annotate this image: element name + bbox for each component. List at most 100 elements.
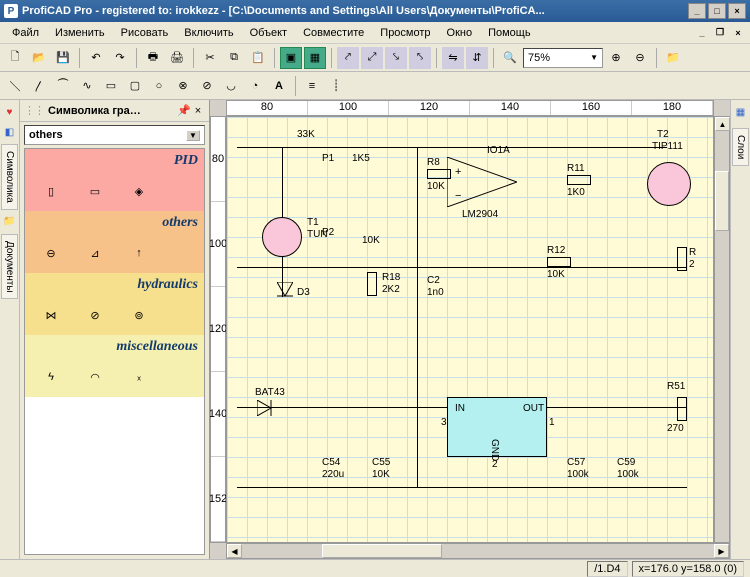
scrollbar-horizontal[interactable]: ◀ ▶ xyxy=(226,543,730,559)
symbol-icon[interactable]: ⊿ xyxy=(81,241,109,265)
symbol-icon[interactable]: ⊖ xyxy=(37,241,65,265)
pie-icon[interactable]: ◔ xyxy=(244,75,266,97)
image-icon[interactable]: ▣ xyxy=(280,47,302,69)
panel-close-icon[interactable]: × xyxy=(191,105,205,117)
zoom-icon[interactable]: 🔍 xyxy=(499,47,521,69)
zoom-in-icon[interactable]: ⊕ xyxy=(605,47,627,69)
text-icon[interactable]: A xyxy=(268,75,290,97)
category-label: others xyxy=(31,215,198,231)
symbol-icon[interactable]: ⊘ xyxy=(81,303,109,327)
linewidth-icon[interactable]: ≡ xyxy=(301,75,323,97)
symbol-icon[interactable]: ▭ xyxy=(81,179,109,203)
category-list[interactable]: PID ▯ ▭ ◈ others ⊖ ⊿ ↑ hydraulics ⋈ xyxy=(24,148,205,555)
zoom-combo[interactable]: 75% ▼ xyxy=(523,48,603,68)
tab-layers[interactable]: Слои xyxy=(732,128,749,166)
symbol-icon[interactable]: ϟ xyxy=(37,365,65,389)
align-left-icon[interactable]: ⤤ xyxy=(337,47,359,69)
component-transistor[interactable] xyxy=(647,162,691,206)
paste-icon[interactable]: 📋 xyxy=(247,47,269,69)
save-icon[interactable]: 💾 xyxy=(52,47,74,69)
scroll-left-icon[interactable]: ◀ xyxy=(227,544,242,558)
flip-h-icon[interactable]: ⇋ xyxy=(442,47,464,69)
symbol-icon[interactable]: ⊚ xyxy=(125,303,153,327)
scroll-up-icon[interactable]: ▲ xyxy=(715,117,730,131)
ellipse-icon[interactable]: ○ xyxy=(148,75,170,97)
copy-icon[interactable]: ⧉ xyxy=(223,47,245,69)
pin-icon[interactable]: 📌 xyxy=(177,104,191,117)
component-resistor[interactable] xyxy=(677,397,687,421)
symbol-icon[interactable]: ↑ xyxy=(125,241,153,265)
rect-icon[interactable]: ▭ xyxy=(100,75,122,97)
component-resistor[interactable] xyxy=(677,247,687,271)
crosshair-icon[interactable]: ⊗ xyxy=(172,75,194,97)
arc-icon[interactable]: ◡ xyxy=(220,75,242,97)
symbol-icon[interactable]: ⋈ xyxy=(37,303,65,327)
print-preview-icon[interactable]: 🖨 xyxy=(166,47,188,69)
category-combo[interactable]: others ▼ xyxy=(24,125,205,145)
menu-object[interactable]: Объект xyxy=(242,25,295,41)
shapes-icon[interactable]: ◧ xyxy=(2,124,18,140)
noentry-icon[interactable]: ⊘ xyxy=(196,75,218,97)
folder-tab-icon[interactable]: 📁 xyxy=(2,214,18,230)
component-resistor[interactable] xyxy=(427,169,451,179)
component-diode[interactable] xyxy=(257,400,281,416)
component-resistor[interactable] xyxy=(547,257,571,267)
tab-symbols[interactable]: Символика xyxy=(1,144,18,210)
drawing-canvas[interactable]: T1 TUN T2 TIP111 +− IO1A LM2904 IN OUT G… xyxy=(226,116,714,543)
close-button[interactable]: × xyxy=(728,3,746,19)
align-right-icon[interactable]: ⤥ xyxy=(385,47,407,69)
component-resistor[interactable] xyxy=(567,175,591,185)
zoom-out-icon[interactable]: ⊖ xyxy=(629,47,651,69)
menu-window[interactable]: Окно xyxy=(439,25,481,41)
component-transistor[interactable] xyxy=(262,217,302,257)
heart-icon[interactable]: ♥ xyxy=(2,104,18,120)
new-icon[interactable]: 🗋 xyxy=(4,47,26,69)
symbol-icon[interactable]: ▯ xyxy=(37,179,65,203)
polyline-icon[interactable]: 〳 xyxy=(28,75,50,97)
align-top-icon[interactable]: ⤣ xyxy=(409,47,431,69)
cut-icon[interactable]: ✂ xyxy=(199,47,221,69)
component-label: 1K0 xyxy=(567,187,585,198)
maximize-button[interactable]: □ xyxy=(708,3,726,19)
bezier-icon[interactable]: ∿ xyxy=(76,75,98,97)
align-center-icon[interactable]: ⤢ xyxy=(361,47,383,69)
category-hydraulics[interactable]: hydraulics ⋈ ⊘ ⊚ xyxy=(25,273,204,335)
mdi-minimize[interactable]: _ xyxy=(694,26,710,40)
print-icon[interactable]: 🖶 xyxy=(142,47,164,69)
category-miscellaneous[interactable]: miscellaneous ϟ ◠ ₓ xyxy=(25,335,204,397)
symbol-icon[interactable]: ◈ xyxy=(125,179,153,203)
curve-icon[interactable]: ⏜ xyxy=(52,75,74,97)
mdi-close[interactable]: × xyxy=(730,26,746,40)
roundrect-icon[interactable]: ▢ xyxy=(124,75,146,97)
component-opamp[interactable]: +− xyxy=(447,157,517,207)
open-icon[interactable]: 📂 xyxy=(28,47,50,69)
image2-icon[interactable]: ▦ xyxy=(304,47,326,69)
menu-edit[interactable]: Изменить xyxy=(47,25,113,41)
mdi-restore[interactable]: ❐ xyxy=(712,26,728,40)
canvas-area: 80 100 120 140 160 180 80 100 120 140 15… xyxy=(210,100,730,559)
undo-icon[interactable]: ↶ xyxy=(85,47,107,69)
minimize-button[interactable]: _ xyxy=(688,3,706,19)
linestyle-icon[interactable]: ┊ xyxy=(325,75,347,97)
tab-documents[interactable]: Документы xyxy=(1,234,18,300)
ic-pin-num: 3 xyxy=(441,417,447,428)
redo-icon[interactable]: ↷ xyxy=(109,47,131,69)
menu-include[interactable]: Включить xyxy=(176,25,241,41)
flip-v-icon[interactable]: ⇵ xyxy=(466,47,488,69)
folder-icon[interactable]: 📁 xyxy=(662,47,684,69)
component-resistor[interactable] xyxy=(367,272,377,296)
menu-help[interactable]: Помощь xyxy=(480,25,539,41)
category-others[interactable]: others ⊖ ⊿ ↑ xyxy=(25,211,204,273)
scroll-right-icon[interactable]: ▶ xyxy=(714,544,729,558)
layers-icon[interactable]: ▦ xyxy=(733,104,749,120)
menu-draw[interactable]: Рисовать xyxy=(113,25,177,41)
line-icon[interactable]: ＼ xyxy=(4,75,26,97)
category-pid[interactable]: PID ▯ ▭ ◈ xyxy=(25,149,204,211)
menu-file[interactable]: Файл xyxy=(4,25,47,41)
scrollbar-vertical[interactable]: ▲ xyxy=(714,116,730,543)
menu-view[interactable]: Просмотр xyxy=(372,25,438,41)
symbol-icon[interactable]: ₓ xyxy=(125,365,153,389)
component-diode[interactable] xyxy=(277,282,293,306)
symbol-icon[interactable]: ◠ xyxy=(81,365,109,389)
menu-align[interactable]: Совместите xyxy=(295,25,372,41)
